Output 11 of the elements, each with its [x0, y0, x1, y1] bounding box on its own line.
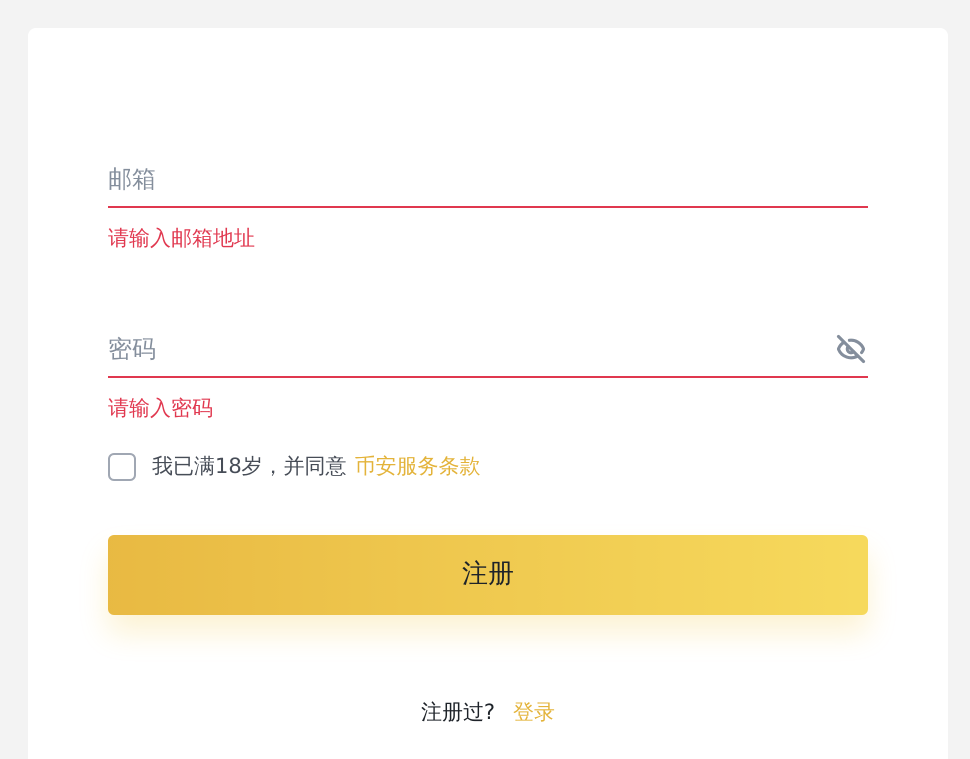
password-field[interactable]: 密码 — [108, 322, 834, 376]
error-message: 请输入邮箱地址 — [108, 225, 256, 252]
email-field[interactable]: 邮箱 — [108, 152, 868, 206]
error-message: 请输入密码 — [108, 395, 214, 422]
login-link[interactable]: 登录 — [513, 696, 556, 728]
register-button[interactable]: 注册 — [108, 534, 868, 614]
terms-link[interactable]: 币安服务条款 — [354, 451, 481, 482]
eye-off-icon[interactable] — [834, 334, 868, 364]
footer-text: 注册过? — [420, 698, 496, 726]
checkbox[interactable] — [108, 452, 136, 481]
agreement-text: 我已满18岁，并同意 — [152, 453, 347, 480]
